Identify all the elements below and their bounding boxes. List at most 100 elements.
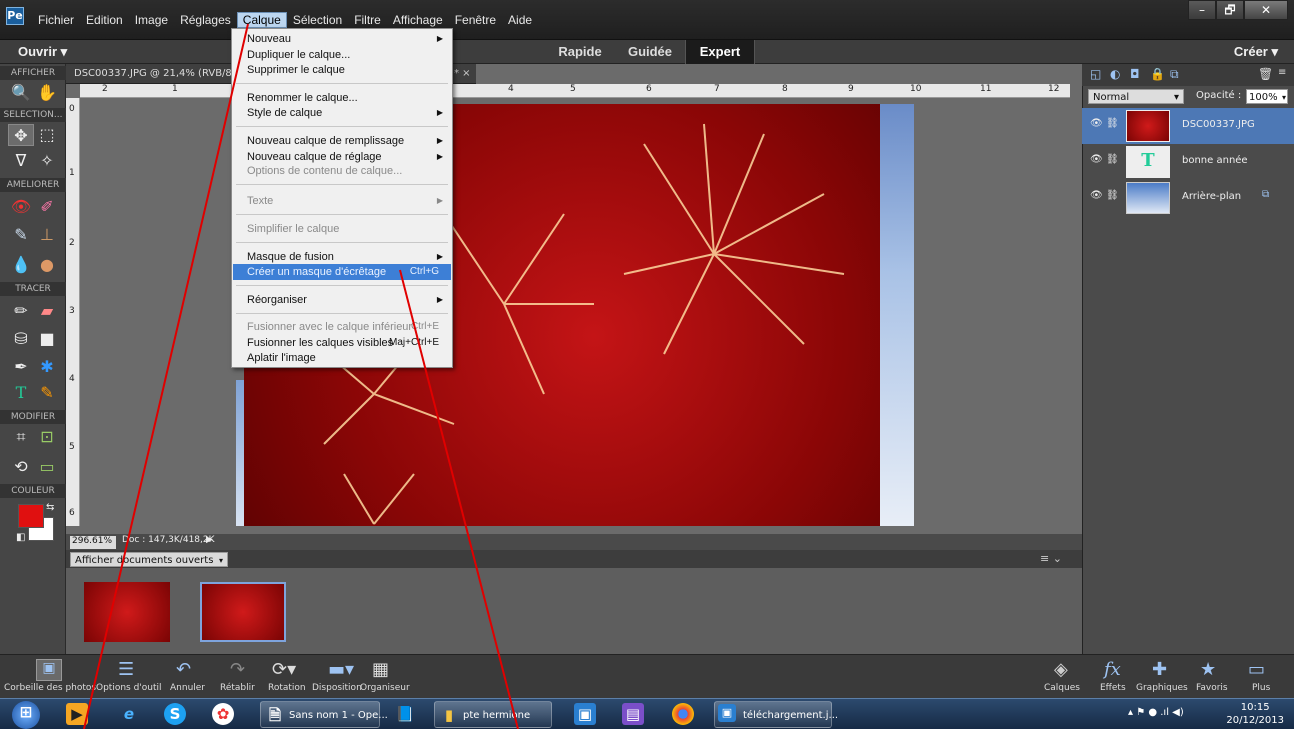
- internet-explorer-icon[interactable]: e: [118, 703, 140, 725]
- recompose-icon[interactable]: ⊡: [34, 426, 60, 448]
- layer-row[interactable]: 👁 ⛓ Arrière-plan ⧉: [1082, 180, 1294, 216]
- close-button[interactable]: ✕: [1244, 0, 1288, 20]
- taskbar-app[interactable]: ▣ téléchargement.j...: [714, 701, 838, 728]
- document-tab-close[interactable]: * ×: [454, 68, 471, 79]
- menu-item-dupliquer[interactable]: Dupliquer le calque...: [233, 47, 451, 63]
- skype-icon[interactable]: S: [164, 703, 186, 725]
- new-layer-icon[interactable]: ◱: [1090, 67, 1101, 81]
- sponge-icon[interactable]: ●: [34, 254, 60, 276]
- photo-bin-icon[interactable]: ▣: [36, 659, 62, 681]
- media-player-icon[interactable]: ▶: [66, 703, 88, 725]
- restore-button[interactable]: 🗗: [1216, 0, 1244, 20]
- bottom-label[interactable]: Graphiques: [1136, 683, 1188, 693]
- bin-options-icon[interactable]: ≡ ⌄: [1040, 552, 1062, 565]
- menu-item-masque-fusion[interactable]: Masque de fusion ▶: [233, 249, 451, 265]
- lasso-icon[interactable]: ᐁ: [8, 150, 34, 172]
- menu-item-reorganiser[interactable]: Réorganiser ▶: [233, 292, 451, 308]
- layer-row[interactable]: 👁 ⛓ DSC00337.JPG: [1082, 108, 1294, 144]
- taskbar-app[interactable]: 🗎 Sans nom 1 - Ope...: [260, 701, 388, 728]
- bottom-label[interactable]: Organiseur: [360, 683, 410, 693]
- menu-item-fusionner-visibles[interactable]: Fusionner les calques visibles Maj+Ctrl+E: [233, 335, 451, 351]
- trash-icon[interactable]: 🗑: [1258, 67, 1273, 81]
- start-button-icon[interactable]: ⊞: [12, 701, 40, 729]
- rotate-icon[interactable]: ⟳▾: [272, 659, 296, 680]
- premiere-elements-icon[interactable]: ▤: [622, 703, 644, 725]
- bottom-label[interactable]: Favoris: [1196, 683, 1228, 693]
- eye-icon[interactable]: 👁: [1090, 154, 1103, 165]
- picasa-icon[interactable]: ✿: [212, 703, 234, 725]
- bottom-label[interactable]: Rétablir: [220, 683, 255, 693]
- menu-item-remplissage[interactable]: Nouveau calque de remplissage ▶: [233, 133, 451, 149]
- eraser-icon[interactable]: ▰: [34, 300, 60, 322]
- new-adjustment-icon[interactable]: ◐: [1110, 67, 1120, 81]
- clone-stamp-icon[interactable]: ⊥: [34, 224, 60, 246]
- menu-affichage[interactable]: Affichage: [387, 12, 449, 28]
- menu-fichier[interactable]: Fichier: [32, 12, 80, 28]
- eye-icon[interactable]: 👁: [1090, 118, 1103, 129]
- mode-guidee[interactable]: Guidée: [615, 40, 685, 64]
- crop-icon[interactable]: ⌗: [8, 426, 34, 448]
- bottom-label[interactable]: Plus: [1252, 683, 1270, 693]
- menu-aide[interactable]: Aide: [502, 12, 538, 28]
- bin-view-dropdown[interactable]: Afficher documents ouverts ▾: [70, 552, 228, 567]
- custom-shape-icon[interactable]: ✱: [34, 356, 60, 378]
- favorites-icon[interactable]: ★: [1200, 659, 1216, 680]
- paint-bucket-icon[interactable]: ⛁: [8, 328, 34, 350]
- mode-expert[interactable]: Expert: [685, 40, 755, 64]
- panel-menu-icon[interactable]: ≡: [1278, 67, 1286, 78]
- mask-icon[interactable]: ◘: [1130, 67, 1140, 81]
- menu-item-supprimer[interactable]: Supprimer le calque: [233, 62, 451, 78]
- marquee-icon[interactable]: ⬚: [34, 124, 60, 146]
- gradient-icon[interactable]: ■: [34, 328, 60, 350]
- tray-icons[interactable]: ▴ ⚑ ● .ıl ◀): [1128, 707, 1184, 718]
- redo-icon[interactable]: ↷: [230, 659, 245, 680]
- bottom-label[interactable]: Effets: [1100, 683, 1126, 693]
- brush-icon[interactable]: ✏: [8, 300, 34, 322]
- content-aware-move-icon[interactable]: ⟲: [8, 456, 34, 478]
- pencil-icon[interactable]: ✎: [34, 382, 60, 404]
- photoshop-elements-icon[interactable]: ▣: [574, 703, 596, 725]
- mode-rapide[interactable]: Rapide: [545, 40, 615, 64]
- magic-wand-icon[interactable]: ✧: [34, 150, 60, 172]
- open-button[interactable]: Ouvrir ▾: [18, 44, 67, 60]
- bottom-label[interactable]: Disposition: [312, 683, 362, 693]
- taskbar-app[interactable]: ▮ pte hermione: [434, 701, 552, 728]
- foreground-color-swatch[interactable]: [18, 504, 44, 528]
- type-tool-icon[interactable]: T: [8, 382, 34, 404]
- straighten-icon[interactable]: ▭: [34, 456, 60, 478]
- bottom-label[interactable]: Rotation: [268, 683, 306, 693]
- effects-icon[interactable]: fx: [1104, 659, 1121, 680]
- layer-row[interactable]: 👁 ⛓ T bonne année: [1082, 144, 1294, 180]
- menu-item-style[interactable]: Style de calque ▶: [233, 105, 451, 121]
- menu-image[interactable]: Image: [129, 12, 174, 28]
- default-colors-icon[interactable]: ◧: [16, 532, 25, 543]
- bottom-label[interactable]: Calques: [1044, 683, 1080, 693]
- layout-icon[interactable]: ▬▾: [328, 659, 354, 680]
- status-menu-arrow-icon[interactable]: ▶: [206, 535, 213, 545]
- minimize-button[interactable]: –: [1188, 0, 1216, 20]
- swap-colors-icon[interactable]: ⇆: [46, 502, 54, 513]
- red-eye-icon[interactable]: 👁: [8, 196, 34, 218]
- create-button[interactable]: Créer ▾: [1234, 44, 1278, 60]
- menu-selection[interactable]: Sélection: [287, 12, 348, 28]
- bottom-label[interactable]: Corbeille des photos: [4, 683, 96, 693]
- eye-icon[interactable]: 👁: [1090, 190, 1103, 201]
- book-icon[interactable]: 📘: [394, 703, 416, 725]
- bottom-label[interactable]: Annuler: [170, 683, 205, 693]
- layers-panel-icon[interactable]: ◈: [1054, 659, 1068, 680]
- blur-icon[interactable]: 💧: [8, 254, 34, 276]
- menu-item-masque-ecretage[interactable]: Créer un masque d'écrêtage Ctrl+G: [233, 264, 451, 280]
- hand-icon[interactable]: ✋: [34, 82, 60, 104]
- menu-item-renommer[interactable]: Renommer le calque...: [233, 90, 451, 106]
- bottom-label[interactable]: Options d'outil: [96, 683, 162, 693]
- blend-mode-dropdown[interactable]: Normal ▾: [1088, 89, 1184, 104]
- healing-icon[interactable]: ✐: [34, 196, 60, 218]
- undo-icon[interactable]: ↶: [176, 659, 191, 680]
- menu-item-aplatir[interactable]: Aplatir l'image: [233, 350, 451, 366]
- lock-pixels-icon[interactable]: ⧉: [1170, 67, 1179, 82]
- lock-icon[interactable]: 🔒: [1150, 67, 1165, 81]
- bin-thumbnail[interactable]: [84, 582, 170, 642]
- menu-fenetre[interactable]: Fenêtre: [449, 12, 502, 28]
- system-clock[interactable]: 10:15 20/12/2013: [1226, 701, 1284, 727]
- bin-thumbnail-selected[interactable]: [200, 582, 286, 642]
